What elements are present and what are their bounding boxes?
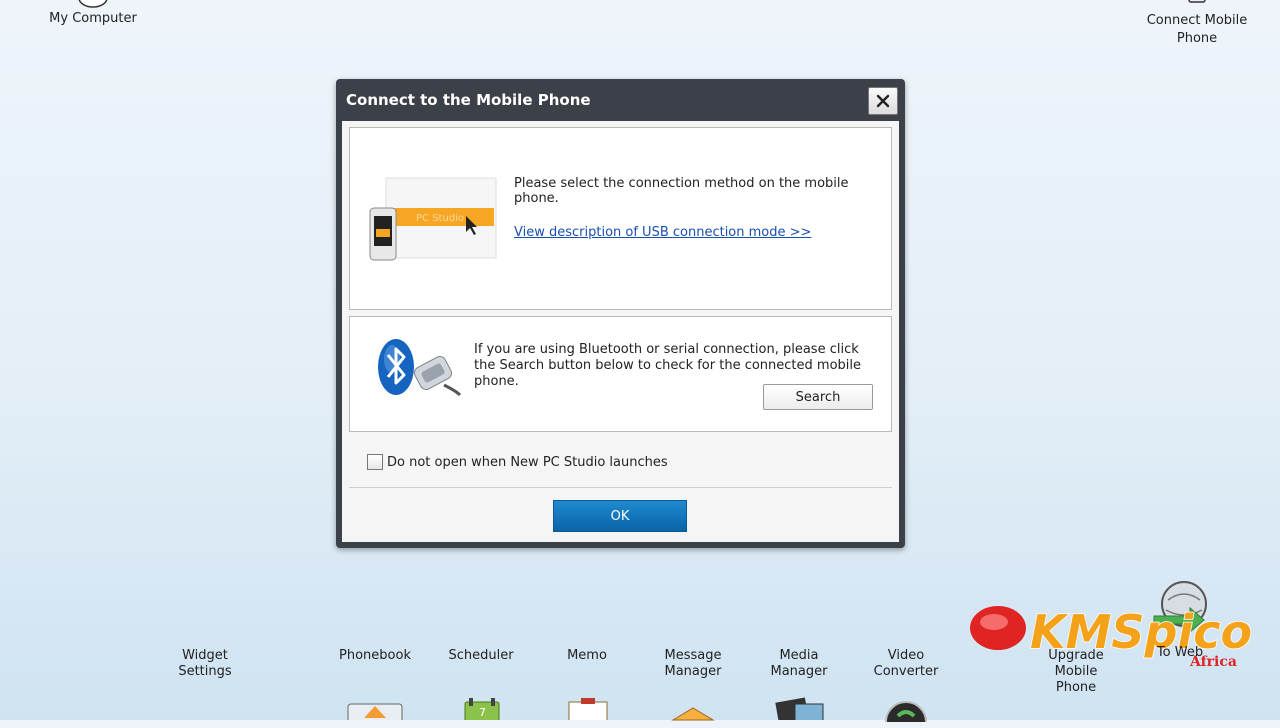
- dialog-body: PC Studio Please select the connection m…: [342, 121, 899, 542]
- media-manager-label: Media Manager: [770, 648, 828, 679]
- svg-text:7: 7: [479, 706, 486, 719]
- memo-label: Memo: [567, 648, 607, 663]
- dialog-title: Connect to the Mobile Phone: [346, 91, 591, 109]
- toolbar-item-video-converter[interactable]: Video Converter: [856, 648, 956, 722]
- scheduler-label: Scheduler: [448, 648, 514, 663]
- computer-icon: [78, 0, 108, 8]
- close-icon: [876, 94, 890, 108]
- toolbar-item-message-manager[interactable]: Message Manager: [643, 648, 743, 721]
- connect-mobile-shortcut[interactable]: Connect Mobile Phone: [1136, 0, 1258, 48]
- bluetooth-connection-panel: If you are using Bluetooth or serial con…: [349, 316, 892, 432]
- media-icon: [775, 697, 824, 720]
- video-icon: [885, 701, 927, 722]
- pc-studio-caption: PC Studio: [416, 213, 464, 224]
- message-icon: [671, 707, 715, 721]
- phonebook-label: Phonebook: [339, 648, 411, 663]
- video-converter-label: Video Converter: [873, 648, 939, 679]
- scheduler-icon: 7: [464, 698, 500, 720]
- dont-open-checkbox[interactable]: [367, 454, 383, 470]
- bluetooth-instruction-text: If you are using Bluetooth or serial con…: [474, 342, 861, 389]
- usb-instruction-text: Please select the connection method on t…: [514, 176, 849, 206]
- toolbar-item-phonebook[interactable]: Phonebook: [325, 648, 425, 720]
- connect-dialog: Connect to the Mobile Phone PC Studio Pl…: [336, 79, 905, 548]
- widget-settings-label: Widget Settings: [178, 648, 232, 679]
- dialog-divider: [349, 487, 892, 488]
- message-manager-label: Message Manager: [664, 648, 722, 679]
- usb-connection-panel: PC Studio Please select the connection m…: [349, 127, 892, 310]
- dont-open-label: Do not open when New PC Studio launches: [387, 454, 668, 470]
- close-button[interactable]: [868, 87, 898, 115]
- connect-mobile-label: Connect Mobile Phone: [1146, 13, 1248, 46]
- toolbar-item-widget-settings[interactable]: Widget Settings: [155, 648, 255, 680]
- ok-button[interactable]: OK: [553, 500, 687, 532]
- usb-description-link[interactable]: View description of USB connection mode …: [514, 225, 811, 240]
- toolbar-item-media-manager[interactable]: Media Manager: [749, 648, 849, 720]
- toolbar-item-to-web[interactable]: To Web: [1140, 645, 1220, 675]
- bluetooth-serial-icon: [378, 339, 462, 397]
- my-computer-label: My Computer: [49, 11, 137, 26]
- to-web-label: To Web: [1156, 645, 1204, 660]
- toolbar-item-scheduler[interactable]: Scheduler 7: [431, 648, 531, 720]
- memo-icon: [568, 698, 608, 720]
- dont-open-option[interactable]: Do not open when New PC Studio launches: [367, 454, 668, 470]
- phone-connect-icon: [1188, 0, 1206, 3]
- phonebook-icon: [347, 703, 403, 720]
- search-button[interactable]: Search: [763, 384, 873, 410]
- usb-mode-illustration: PC Studio: [369, 177, 497, 261]
- my-computer-shortcut[interactable]: My Computer: [40, 0, 146, 28]
- toolbar-item-memo[interactable]: Memo: [537, 648, 637, 720]
